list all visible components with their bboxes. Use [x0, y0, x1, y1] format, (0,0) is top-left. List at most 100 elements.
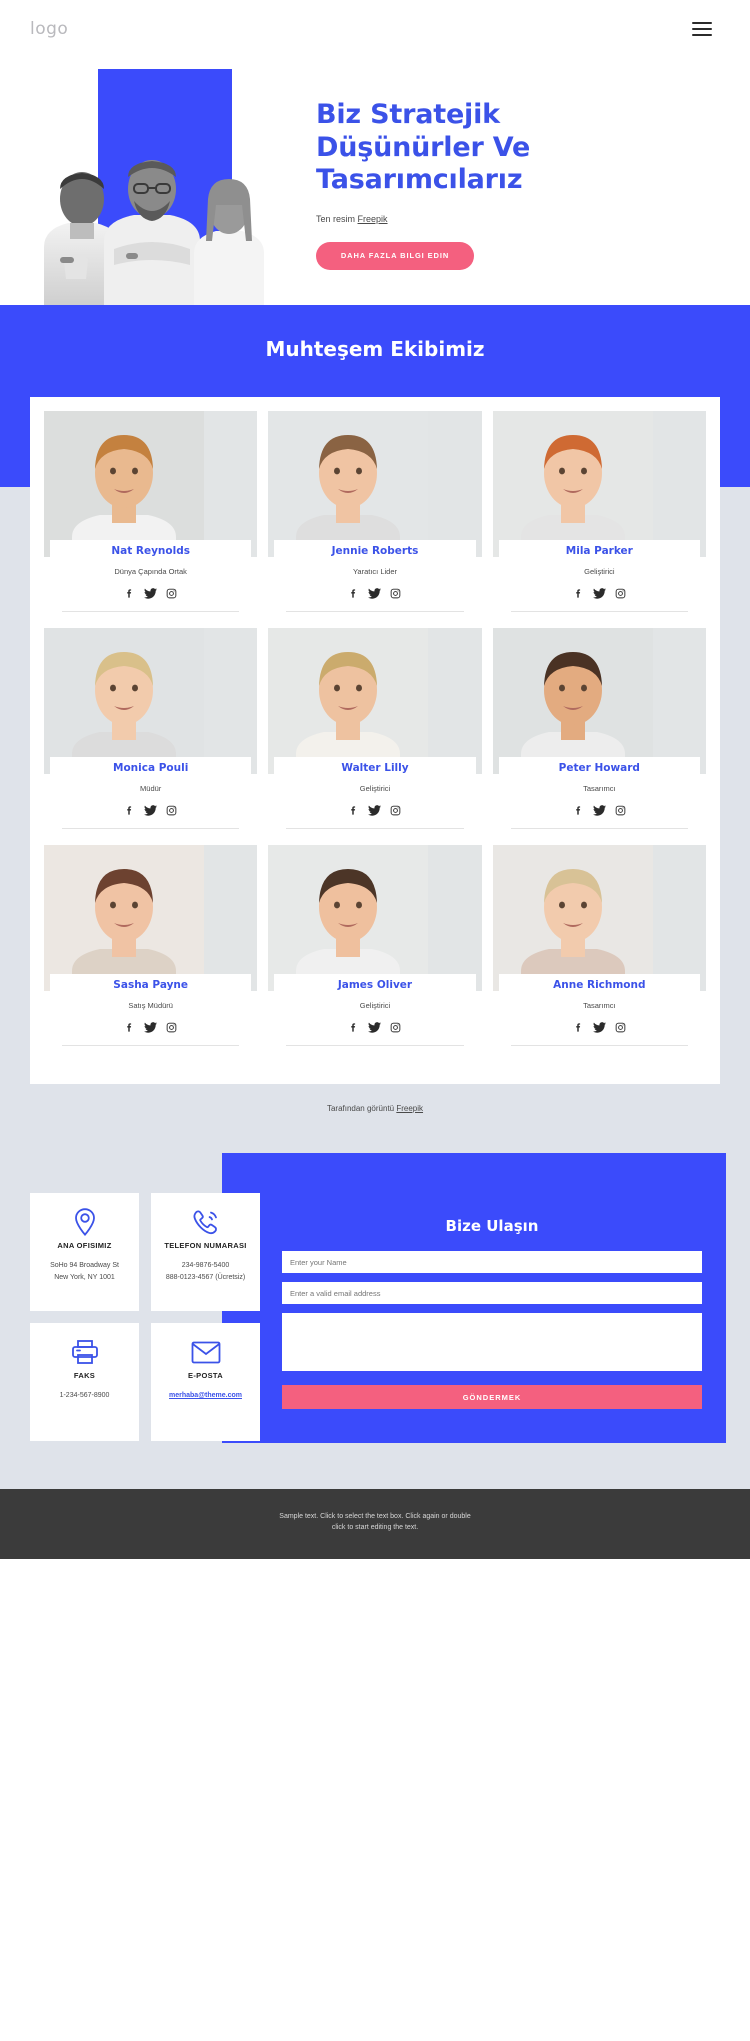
- hero-title-line-1: Biz Stratejik: [316, 99, 500, 130]
- team-member-card[interactable]: Anne Richmond Tasarımcı: [492, 845, 706, 1062]
- team-card-container: Nat Reynolds Dünya Çapında Ortak Jennie Ro…: [30, 397, 720, 1084]
- facebook-icon[interactable]: [573, 805, 584, 816]
- fax-printer-icon: [36, 1337, 133, 1367]
- member-name: Anne Richmond: [553, 979, 646, 991]
- footer-line-2: click to start editing the text.: [331, 1524, 419, 1532]
- instagram-icon[interactable]: [390, 588, 401, 599]
- twitter-icon[interactable]: [592, 588, 606, 599]
- member-photo: [268, 411, 482, 557]
- instagram-icon[interactable]: [615, 1022, 626, 1033]
- twitter-icon[interactable]: [368, 805, 382, 816]
- location-pin-icon: [36, 1207, 133, 1237]
- member-name: Mila Parker: [565, 545, 633, 557]
- team-image-credit: Tarafından görüntü Freepik: [0, 1104, 750, 1113]
- site-header: logo: [0, 0, 750, 57]
- twitter-icon[interactable]: [368, 588, 382, 599]
- facebook-icon[interactable]: [124, 588, 135, 599]
- email-link[interactable]: merhaba@theme.com: [169, 1392, 242, 1399]
- member-divider: [62, 1045, 240, 1046]
- team-grid: Nat Reynolds Dünya Çapında Ortak Jennie Ro…: [44, 411, 706, 1062]
- team-member-card[interactable]: Nat Reynolds Dünya Çapında Ortak: [44, 411, 258, 628]
- facebook-icon[interactable]: [348, 588, 359, 599]
- member-social-links: [493, 1022, 706, 1033]
- instagram-icon[interactable]: [390, 1022, 401, 1033]
- member-divider: [510, 611, 688, 612]
- hero-credit-link[interactable]: Freepik: [358, 214, 388, 224]
- member-name: James Oliver: [337, 979, 413, 991]
- twitter-icon[interactable]: [144, 1022, 158, 1033]
- member-photo: [492, 411, 706, 557]
- member-role: Dünya Çapında Ortak: [114, 567, 187, 576]
- facebook-icon[interactable]: [124, 805, 135, 816]
- member-social-links: [493, 588, 706, 599]
- member-name: Monica Pouli: [113, 762, 189, 774]
- message-textarea[interactable]: [282, 1313, 702, 1371]
- facebook-icon[interactable]: [573, 1022, 584, 1033]
- member-divider: [62, 828, 240, 829]
- team-member-card[interactable]: Jennie Roberts Yaratıcı Lider: [268, 411, 482, 628]
- member-social-links: [44, 805, 257, 816]
- member-name: Peter Howard: [558, 762, 640, 774]
- contact-info-line: merhaba@theme.com: [157, 1390, 254, 1402]
- member-divider: [510, 1045, 688, 1046]
- member-photo: [44, 845, 258, 991]
- contact-info-line: SoHo 94 Broadway St: [50, 1262, 119, 1270]
- team-credit-text: Tarafından görüntü: [326, 1104, 397, 1113]
- facebook-icon[interactable]: [348, 1022, 359, 1033]
- envelope-icon: [157, 1337, 254, 1367]
- member-name: Sasha Payne: [113, 979, 189, 991]
- twitter-icon[interactable]: [144, 805, 158, 816]
- member-name-plate: Walter Lilly: [274, 757, 476, 777]
- member-photo: [492, 845, 706, 991]
- instagram-icon[interactable]: [166, 588, 177, 599]
- twitter-icon[interactable]: [368, 1022, 382, 1033]
- twitter-icon[interactable]: [592, 805, 606, 816]
- member-photo: [268, 628, 482, 774]
- member-name: Jennie Roberts: [331, 545, 419, 557]
- instagram-icon[interactable]: [166, 1022, 177, 1033]
- hero-text-block: Biz Stratejik Düşünürler Ve Tasarımcılar…: [300, 57, 530, 305]
- twitter-icon[interactable]: [144, 588, 158, 599]
- hero-image-credit: Ten resim Freepik: [316, 214, 530, 224]
- submit-button[interactable]: GÖNDERMEK: [282, 1385, 702, 1409]
- facebook-icon[interactable]: [348, 805, 359, 816]
- learn-more-button[interactable]: DAHA FAZLA BILGI EDIN: [316, 241, 474, 270]
- member-role: Tasarımcı: [583, 1001, 616, 1010]
- team-member-card[interactable]: Mila Parker Geliştirici: [492, 411, 706, 628]
- member-name-plate: Anne Richmond: [498, 974, 700, 994]
- member-role: Satış Müdürü: [128, 1001, 173, 1010]
- member-role: Müdür: [140, 784, 162, 793]
- hero-team-photo: [30, 129, 285, 305]
- team-member-card[interactable]: James Oliver Geliştirici: [268, 845, 482, 1062]
- contact-info-title: E-POSTA: [188, 1371, 223, 1380]
- member-photo: [492, 628, 706, 774]
- hamburger-icon[interactable]: [692, 21, 712, 36]
- team-member-card[interactable]: Walter Lilly Geliştirici: [268, 628, 482, 845]
- name-input[interactable]: [282, 1251, 702, 1273]
- team-credit-link[interactable]: Freepik: [396, 1104, 423, 1113]
- instagram-icon[interactable]: [390, 805, 401, 816]
- team-member-card[interactable]: Monica Pouli Müdür: [44, 628, 258, 845]
- instagram-icon[interactable]: [166, 805, 177, 816]
- contact-info-card: ANA OFISIMIZ SoHo 94 Broadway St New York,…: [30, 1193, 139, 1311]
- member-role: Geliştirici: [584, 567, 615, 576]
- contact-info-card: FAKS 1-234-567-8900: [30, 1323, 139, 1441]
- member-name-plate: Mila Parker: [498, 540, 700, 560]
- logo[interactable]: logo: [30, 19, 68, 39]
- member-divider: [510, 828, 688, 829]
- instagram-icon[interactable]: [615, 805, 626, 816]
- email-input[interactable]: [282, 1282, 702, 1304]
- member-divider: [286, 611, 464, 612]
- site-footer: Sample text. Click to select the text bo…: [0, 1489, 750, 1560]
- member-social-links: [44, 588, 257, 599]
- facebook-icon[interactable]: [124, 1022, 135, 1033]
- twitter-icon[interactable]: [592, 1022, 606, 1033]
- member-name-plate: Monica Pouli: [50, 757, 252, 777]
- team-member-card[interactable]: Peter Howard Tasarımcı: [492, 628, 706, 845]
- member-name-plate: Jennie Roberts: [274, 540, 476, 560]
- instagram-icon[interactable]: [615, 588, 626, 599]
- team-member-card[interactable]: Sasha Payne Satış Müdürü: [44, 845, 258, 1062]
- member-name-plate: Peter Howard: [498, 757, 700, 777]
- member-photo: [268, 845, 482, 991]
- facebook-icon[interactable]: [573, 588, 584, 599]
